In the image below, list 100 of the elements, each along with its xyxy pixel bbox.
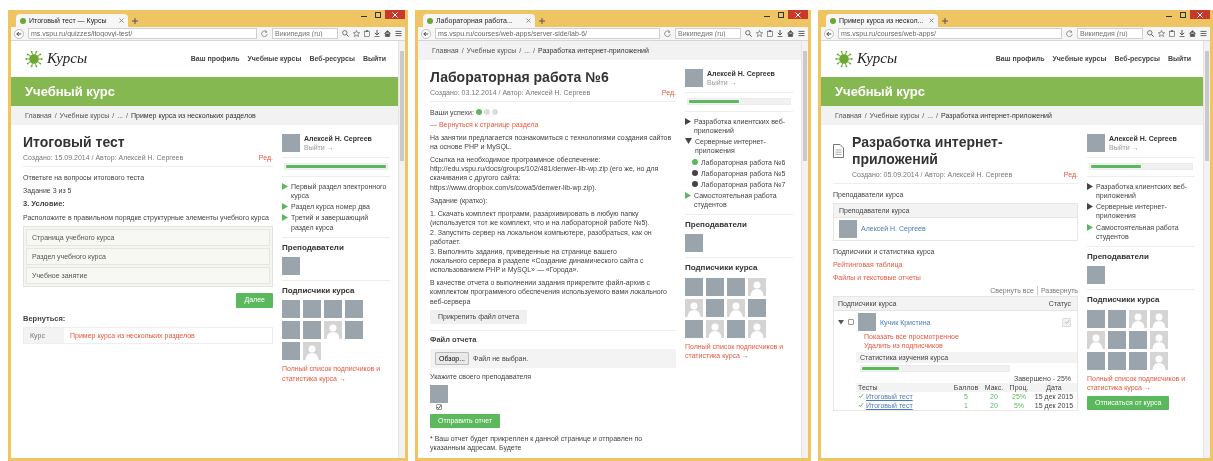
star-icon[interactable]	[1158, 30, 1165, 37]
section-heading: Преподаватели	[685, 220, 748, 231]
page-title: Разработка интернет-приложений	[852, 134, 1004, 168]
photo-placeholder	[1129, 330, 1147, 349]
photo-placeholder	[685, 319, 703, 338]
logo-icon	[25, 50, 43, 68]
photo-placeholder	[1087, 351, 1105, 370]
scrollbar[interactable]	[801, 41, 808, 458]
photo-placeholder	[839, 219, 857, 238]
clipboard-icon[interactable]	[364, 30, 370, 37]
favicon-icon	[830, 17, 836, 24]
clipboard-icon[interactable]	[767, 30, 773, 37]
triangle-down-icon[interactable]	[685, 138, 692, 145]
scrollbar-thumb[interactable]	[1205, 51, 1209, 161]
search-icon[interactable]	[1147, 30, 1154, 37]
photo-placeholder	[303, 300, 321, 319]
photo-placeholder	[727, 319, 745, 338]
default-avatar-icon	[748, 277, 766, 296]
search-icon[interactable]	[745, 30, 752, 37]
default-avatar-icon	[1129, 309, 1147, 328]
photo-placeholder	[1087, 266, 1105, 285]
photo-placeholder	[303, 321, 321, 340]
row-checkbox[interactable]	[848, 319, 854, 326]
photo-placeholder	[282, 321, 300, 340]
photo-placeholder	[748, 298, 766, 317]
maximize-icon	[778, 11, 784, 18]
close-button[interactable]	[385, 10, 405, 19]
triangle-right-icon[interactable]	[685, 118, 691, 126]
back-icon[interactable]	[824, 28, 834, 39]
close-button[interactable]	[788, 10, 808, 19]
menu-icon[interactable]	[1200, 30, 1207, 37]
photo-placeholder	[282, 134, 300, 152]
menu-icon[interactable]	[798, 30, 805, 37]
photo-placeholder	[324, 300, 342, 319]
maximize-icon	[1180, 11, 1186, 18]
back-icon[interactable]	[421, 28, 431, 39]
teacher-checkbox[interactable]	[436, 404, 442, 410]
banner-title: Учебный курс	[835, 83, 926, 100]
scrollbar-thumb[interactable]	[400, 51, 404, 161]
photo-placeholder	[282, 300, 300, 319]
photo-placeholder	[1108, 330, 1126, 349]
default-avatar-icon	[727, 298, 745, 317]
page-title: Лабораторная работа №6	[430, 69, 609, 86]
logo-text: Курсы	[47, 49, 88, 69]
download-icon[interactable]	[374, 30, 380, 37]
section-heading: Подписчики курса	[282, 286, 356, 297]
favicon-icon	[20, 17, 26, 24]
checkmark-icon	[436, 404, 442, 410]
home-icon[interactable]	[384, 30, 391, 37]
scrollbar[interactable]	[1203, 41, 1210, 458]
maximize-icon	[375, 11, 381, 18]
page-title: Итоговый тест	[23, 134, 125, 151]
default-avatar-icon	[685, 298, 703, 317]
default-avatar-icon	[1087, 330, 1105, 349]
banner-title: Учебный курс	[25, 83, 116, 100]
close-icon[interactable]	[119, 18, 124, 23]
photo-placeholder	[1108, 309, 1126, 328]
default-avatar-icon	[748, 319, 766, 338]
photo-placeholder	[430, 385, 448, 403]
photo-placeholder	[345, 300, 363, 319]
photo-placeholder	[685, 69, 703, 87]
photo-placeholder	[282, 257, 300, 276]
default-avatar-icon	[1150, 309, 1168, 328]
close-icon[interactable]	[929, 18, 934, 23]
new-tab-icon[interactable]	[132, 18, 138, 24]
close-button[interactable]	[1190, 10, 1210, 19]
new-tab-icon[interactable]	[942, 18, 948, 24]
section-heading: Подписчики курса	[685, 263, 759, 274]
back-icon[interactable]	[14, 28, 24, 39]
close-icon	[795, 11, 801, 18]
favicon-icon	[427, 17, 433, 24]
photo-placeholder	[706, 298, 724, 317]
logo-text: Курсы	[857, 49, 898, 69]
photo-placeholder	[1087, 309, 1105, 328]
photo-placeholder	[1087, 134, 1105, 152]
photo-placeholder	[727, 277, 745, 296]
photo-placeholder	[1129, 351, 1147, 370]
search-icon[interactable]	[342, 30, 349, 37]
photo-placeholder	[685, 277, 703, 296]
close-icon	[392, 11, 398, 18]
star-icon[interactable]	[756, 30, 763, 37]
home-icon[interactable]	[787, 30, 794, 37]
default-avatar-icon	[706, 319, 724, 338]
photo-placeholder	[706, 277, 724, 296]
star-icon[interactable]	[353, 30, 360, 37]
photo-placeholder	[685, 234, 703, 253]
new-tab-icon[interactable]	[539, 18, 545, 24]
home-icon[interactable]	[1189, 30, 1196, 37]
clipboard-icon[interactable]	[1169, 30, 1175, 37]
close-icon	[1197, 11, 1203, 18]
close-icon[interactable]	[526, 18, 531, 23]
download-icon[interactable]	[1179, 30, 1185, 37]
default-avatar-icon	[303, 342, 321, 361]
caret-icon[interactable]	[838, 319, 844, 326]
menu-icon[interactable]	[395, 30, 402, 37]
scrollbar-thumb[interactable]	[803, 51, 807, 161]
download-icon[interactable]	[777, 30, 783, 37]
photo-placeholder	[858, 313, 876, 332]
scrollbar[interactable]	[398, 41, 405, 458]
section-heading: Преподаватели	[282, 242, 345, 254]
